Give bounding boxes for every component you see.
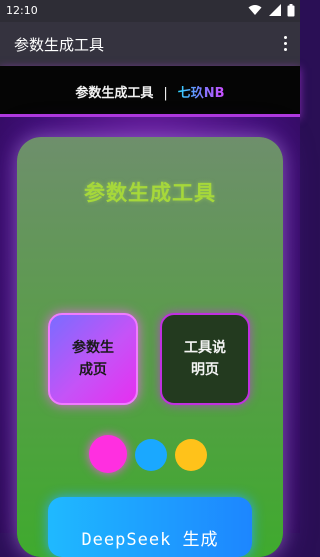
- app-bar-title: 参数生成工具: [14, 36, 105, 54]
- tool-docs-page-button[interactable]: 工具说明页: [160, 313, 250, 405]
- wifi-icon: [248, 5, 262, 15]
- header-separator: |: [163, 86, 168, 101]
- app-bar: 参数生成工具: [0, 22, 300, 66]
- status-time: 12:10: [6, 4, 38, 17]
- theme-dot-pink[interactable]: [89, 435, 127, 473]
- theme-dot-yellow[interactable]: [175, 439, 207, 471]
- param-generator-page-button[interactable]: 参数生成页: [48, 313, 138, 405]
- main-card: 参数生成工具 参数生成页 工具说明页 DeepSeek 生成: [17, 137, 283, 557]
- header-brand: 七玖NB: [177, 86, 225, 101]
- more-vert-icon[interactable]: [280, 36, 290, 54]
- deepseek-generate-button[interactable]: DeepSeek 生成: [48, 497, 252, 557]
- status-bar: 12:10: [0, 0, 300, 22]
- param-generator-page-label: 参数生成页: [72, 340, 114, 378]
- status-icons: [245, 4, 295, 18]
- battery-icon: [287, 4, 295, 17]
- card-title: 参数生成工具: [84, 181, 216, 205]
- tool-docs-page-label: 工具说明页: [184, 340, 226, 378]
- theme-dot-blue[interactable]: [135, 439, 167, 471]
- deepseek-generate-label: DeepSeek 生成: [81, 530, 219, 550]
- header-banner: 参数生成工具 | 七玖NB: [0, 66, 300, 117]
- header-text: 参数生成工具 | 七玖NB: [0, 82, 300, 101]
- signal-icon: [268, 4, 281, 16]
- header-title: 参数生成工具: [75, 86, 154, 101]
- main-stage: 参数生成工具 参数生成页 工具说明页 DeepSeek 生成: [0, 117, 300, 557]
